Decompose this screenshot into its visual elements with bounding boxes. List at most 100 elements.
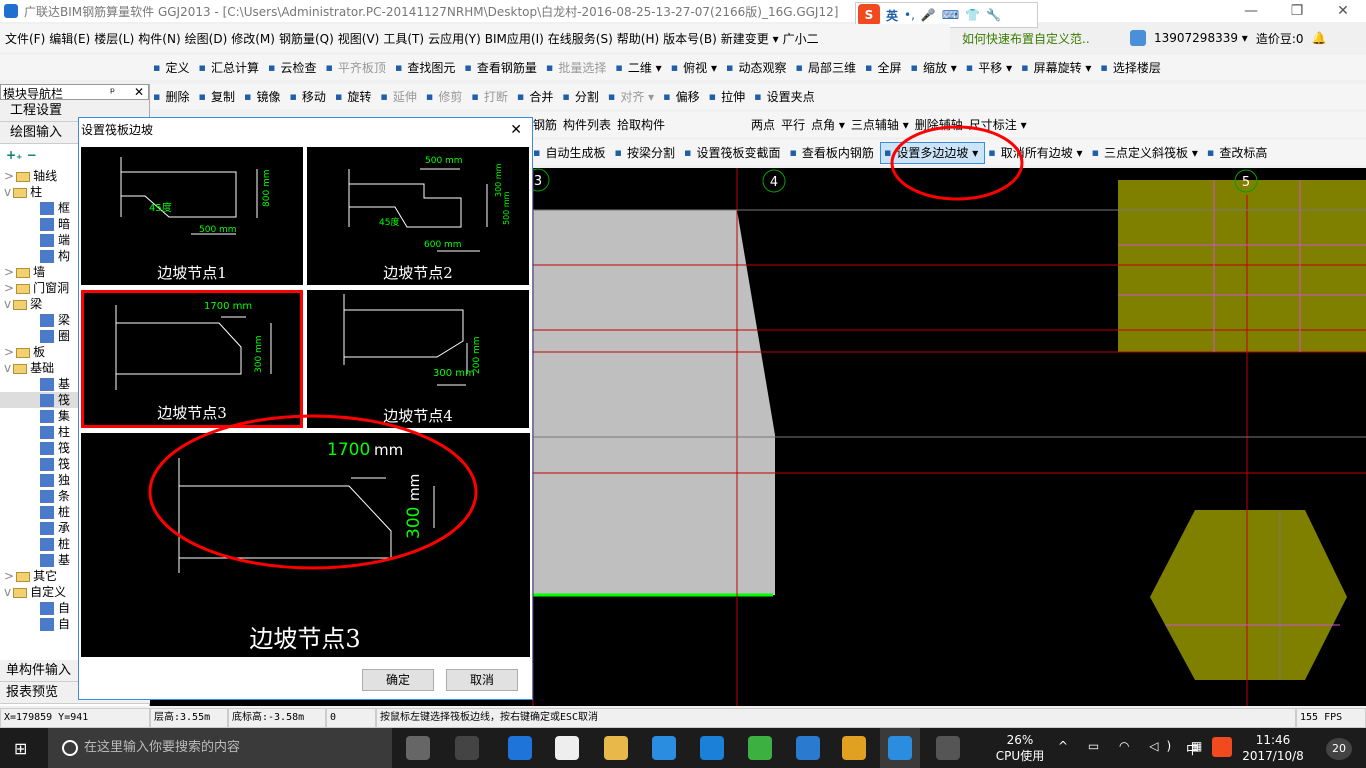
toolbar-button[interactable]: ▪ 设置多边边坡 ▾ (879, 141, 986, 164)
clock-time[interactable]: 11:46 (1240, 732, 1306, 748)
bell-icon[interactable]: 🔔 (1312, 31, 1327, 45)
minimize-button[interactable]: — (1228, 0, 1274, 22)
slope-option-1[interactable]: 45度 800 mm 500 mm 边坡节点1 (81, 147, 303, 285)
ie-icon[interactable] (652, 736, 676, 760)
toolbar-button[interactable]: ▪ 自动生成板 (530, 144, 611, 161)
expand-chevron-icon[interactable]: v (4, 185, 11, 199)
toolbar-button[interactable]: ▪ 三点定义斜筏板 ▾ (1089, 144, 1204, 161)
help-app-icon[interactable] (936, 736, 960, 760)
menu-item[interactable]: 版本号(B) (661, 30, 719, 47)
toolbar-button[interactable]: ▪ 偏移 (660, 88, 705, 105)
toolbar-button[interactable]: 钢筋 (530, 116, 560, 133)
toolbar-button[interactable]: 拾取构件 (614, 116, 668, 133)
notification-badge[interactable]: 20 (1326, 738, 1352, 760)
toolbar-button[interactable]: ▪ 缩放 ▾ (907, 59, 962, 76)
toolbar-button[interactable]: ▪ 平齐板顶 (322, 59, 391, 76)
menu-item[interactable]: 工具(T) (381, 30, 426, 47)
keyboard-icon[interactable]: ⌨ (942, 8, 959, 22)
toolbar-button[interactable]: ▪ 屏幕旋转 ▾ (1018, 59, 1097, 76)
menu-item[interactable]: 帮助(H) (615, 30, 661, 47)
toolbar-button[interactable]: 构件列表 (560, 116, 614, 133)
file-explorer-icon[interactable] (604, 736, 628, 760)
slope-option-2[interactable]: 500 mm 300 mm 500 mm 45度 600 mm 边坡节点2 (307, 147, 529, 285)
sogou-tray-icon[interactable] (1212, 737, 1232, 757)
toolbar-button[interactable]: ▪ 移动 (286, 88, 331, 105)
menu-item[interactable]: 绘图(D) (183, 30, 230, 47)
sogou-logo[interactable]: S (858, 4, 880, 26)
clock-date[interactable]: 2017/10/8 (1240, 748, 1306, 764)
store-icon[interactable] (555, 736, 579, 760)
edge-icon[interactable] (508, 736, 532, 760)
toolbar-button[interactable]: 三点辅轴 ▾ (848, 116, 912, 133)
slope-option-4[interactable]: 200 mm 300 mm 边坡节点4 (307, 290, 529, 428)
input-lang[interactable]: 中 (1186, 739, 1199, 758)
toolbar-button[interactable]: ▪ 修剪 (423, 88, 468, 105)
toolbar-button[interactable]: 两点 (748, 116, 778, 133)
toolbar-button[interactable]: ▪ 平移 ▾ (963, 59, 1018, 76)
toolbar-button[interactable]: 尺寸标注 ▾ (966, 116, 1030, 133)
menu-item[interactable]: 视图(V) (336, 30, 382, 47)
expand-chevron-icon[interactable]: > (4, 265, 14, 279)
menu-item[interactable]: 文件(F) (3, 30, 47, 47)
ok-button[interactable]: 确定 (362, 669, 434, 691)
toolbar-button[interactable]: ▪ 取消所有边坡 ▾ (985, 144, 1088, 161)
toolbar-button[interactable]: ▪ 复制 (195, 88, 240, 105)
menu-item[interactable]: 广小二 (781, 30, 821, 47)
toolbar-button[interactable]: ▪ 查找图元 (392, 59, 461, 76)
glodon-icon-2[interactable] (796, 736, 820, 760)
taskbar-search[interactable]: 在这里输入你要搜索的内容 (48, 728, 392, 768)
windows-start-icon[interactable]: ⊞ (14, 739, 27, 758)
menu-item[interactable]: 编辑(E) (47, 30, 92, 47)
toolbar-button[interactable]: ▪ 旋转 (332, 88, 377, 105)
restore-button[interactable]: ❐ (1274, 0, 1320, 22)
app-icon-2[interactable] (455, 736, 479, 760)
expand-chevron-icon[interactable]: v (4, 585, 11, 599)
account-phone[interactable]: 13907298339 ▾ (1154, 31, 1248, 45)
toolbar-button[interactable]: ▪ 查改标高 (1204, 144, 1273, 161)
toolbar-button[interactable]: ▪ 选择楼层 (1097, 59, 1166, 76)
nav-close-icon[interactable]: ✕ (134, 85, 144, 99)
slope-option-3[interactable]: 1700 mm 300 mm 边坡节点3 (81, 290, 303, 428)
toolbar-button[interactable]: ▪ 镜像 (241, 88, 286, 105)
toolbar-button[interactable]: 删除辅轴 (912, 116, 966, 133)
toolbar-button[interactable]: ▪ 汇总计算 (195, 59, 264, 76)
menu-item[interactable]: 楼层(L) (92, 30, 136, 47)
glodon-icon[interactable] (700, 736, 724, 760)
toolbar-button[interactable]: ▪ 全屏 (862, 59, 907, 76)
toolbar-button[interactable]: ▪ 动态观察 (723, 59, 792, 76)
ggj-active-icon[interactable] (888, 736, 912, 760)
toolbar-button[interactable]: ▪ 打断 (468, 88, 513, 105)
app-icon-orange[interactable] (842, 736, 866, 760)
toolbar-button[interactable]: ▪ 对齐 ▾ (605, 88, 660, 105)
menu-item[interactable]: 新建变更 ▾ (719, 30, 781, 47)
expand-all-icon[interactable]: +₊ (6, 148, 22, 162)
toolbar-button[interactable]: 平行 (778, 116, 808, 133)
cancel-button[interactable]: 取消 (446, 669, 518, 691)
expand-chevron-icon[interactable]: > (4, 345, 14, 359)
toolbar-button[interactable]: ▪ 局部三维 (793, 59, 862, 76)
menu-item[interactable]: 钢筋量(Q) (277, 30, 336, 47)
toolbar-button[interactable]: ▪ 设置夹点 (751, 88, 820, 105)
toolbar-button[interactable]: ▪ 查看板内钢筋 (786, 144, 879, 161)
toolbar-button[interactable]: ▪ 延伸 (377, 88, 422, 105)
close-button[interactable]: ✕ (1320, 0, 1366, 22)
toolbar-button[interactable]: ▪ 删除 (150, 88, 195, 105)
expand-chevron-icon[interactable]: > (4, 569, 14, 583)
toolbar-button[interactable]: 点角 ▾ (808, 116, 848, 133)
expand-chevron-icon[interactable]: v (4, 361, 11, 375)
dialog-close-icon[interactable]: ✕ (510, 118, 522, 142)
toolbar-button[interactable]: ▪ 分割 (559, 88, 604, 105)
pin-icon[interactable]: ᵖ (110, 85, 115, 99)
toolbar-button[interactable]: ▪ 定义 (150, 59, 195, 76)
menu-item[interactable]: 云应用(Y) (426, 30, 483, 47)
collapse-all-icon[interactable]: − (27, 148, 37, 162)
menu-item[interactable]: BIM应用(I) (483, 30, 546, 47)
ime-punct[interactable]: •, (904, 8, 915, 22)
toolbar-button[interactable]: ▪ 二维 ▾ (612, 59, 667, 76)
skin-icon[interactable]: 👕 (965, 8, 980, 22)
toolbar-button[interactable]: ▪ 按梁分割 (611, 144, 680, 161)
app-icon-green[interactable] (748, 736, 772, 760)
toolbar-button[interactable]: ▪ 批量选择 (543, 59, 612, 76)
menu-item[interactable]: 在线服务(S) (546, 30, 615, 47)
toolbar-button[interactable]: ▪ 俯视 ▾ (668, 59, 723, 76)
